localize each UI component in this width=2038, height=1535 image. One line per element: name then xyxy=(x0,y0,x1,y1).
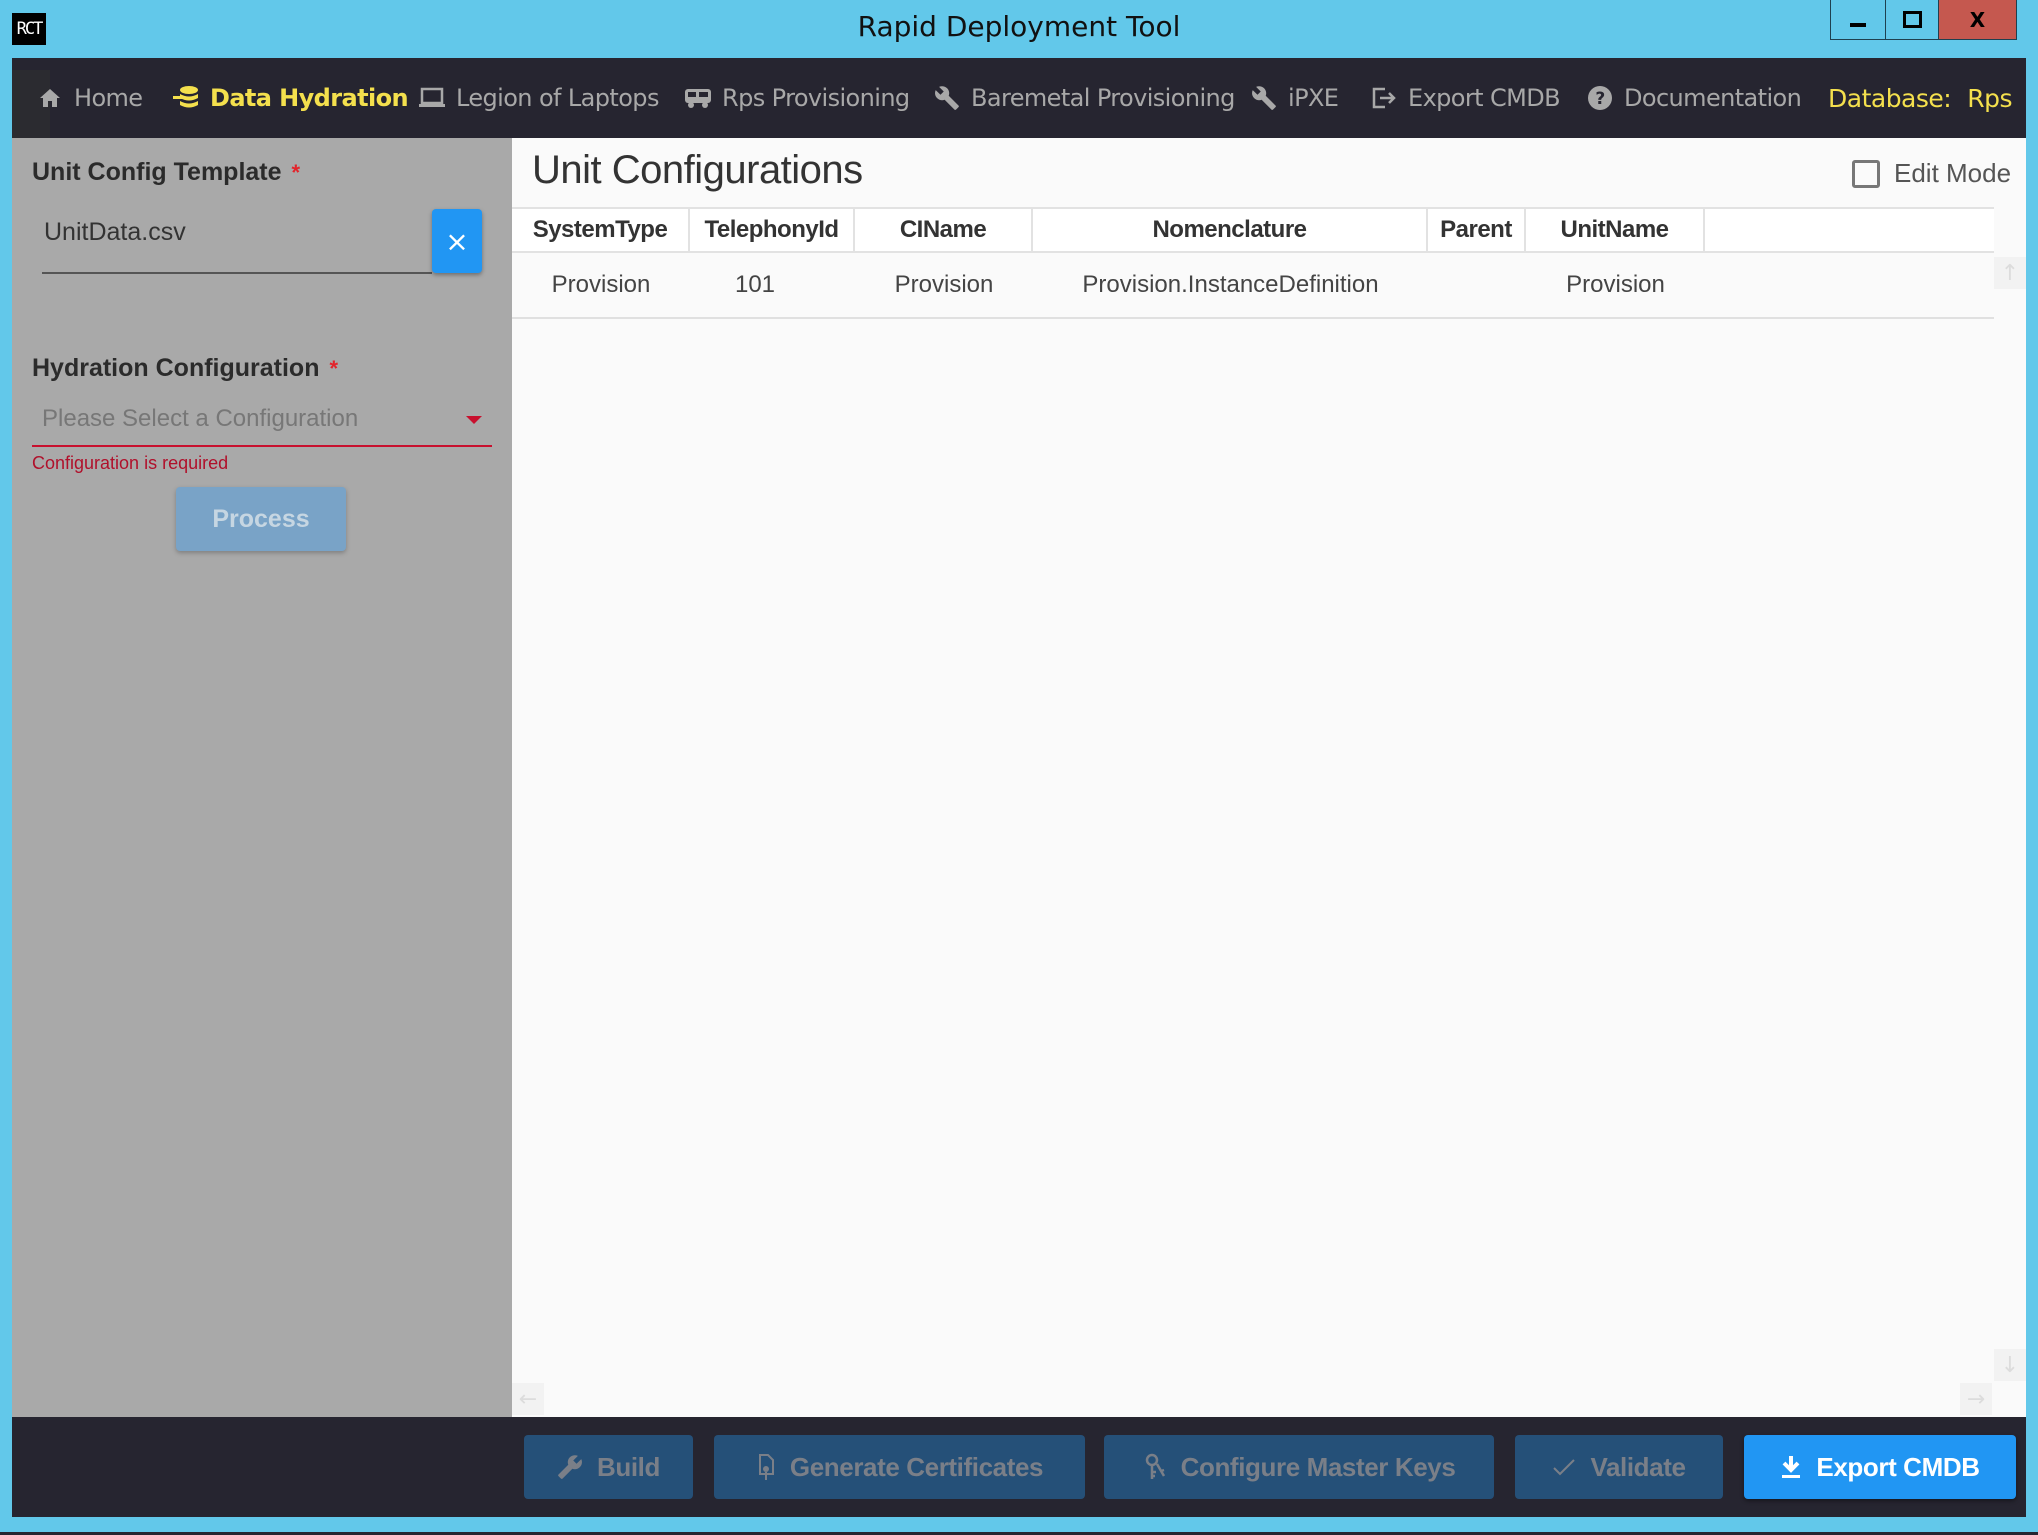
hydration-configuration-select[interactable]: Please Select a Configuration xyxy=(32,395,492,447)
nav-item-data-hydration[interactable]: Data Hydration xyxy=(172,58,409,138)
export-cmdb-button[interactable]: Export CMDB xyxy=(1744,1435,2016,1499)
build-button[interactable]: Build xyxy=(524,1435,693,1499)
nav-item-legion-of-laptops[interactable]: Legion of Laptops xyxy=(418,58,659,138)
nav-item-label: Data Hydration xyxy=(210,84,409,112)
database-indicator: Database: Rps xyxy=(1828,58,2012,138)
table-row[interactable]: Provision 101 Provision Provision.Instan… xyxy=(512,253,1994,319)
home-icon xyxy=(36,84,64,112)
laptop-icon xyxy=(418,84,446,112)
minimize-button[interactable] xyxy=(1830,0,1885,40)
column-header-parent[interactable]: Parent xyxy=(1428,209,1526,251)
column-header-ciname[interactable]: CIName xyxy=(855,209,1033,251)
wrench-icon xyxy=(557,1454,583,1480)
main-panel xyxy=(512,138,2026,1417)
nav-item-label: Home xyxy=(74,84,143,112)
button-label: Validate xyxy=(1590,1451,1686,1482)
validation-error: Configuration is required xyxy=(32,453,229,473)
nav-item-label: Documentation xyxy=(1624,84,1802,112)
nav-item-label: Rps Provisioning xyxy=(722,84,910,112)
label-text: Unit Config Template xyxy=(32,158,282,186)
table-header: SystemType TelephonyId CIName Nomenclatu… xyxy=(512,207,1994,253)
label-text: Hydration Configuration xyxy=(32,354,320,382)
minimize-icon xyxy=(1850,22,1866,27)
database-import-icon xyxy=(172,84,200,112)
column-header-unitname[interactable]: UnitName xyxy=(1526,209,1705,251)
required-marker: * xyxy=(291,160,301,185)
database-label: Database: xyxy=(1828,83,1952,113)
close-icon: X xyxy=(1969,7,1986,32)
maximize-button[interactable] xyxy=(1885,0,1938,40)
nav-item-label: Export CMDB xyxy=(1408,84,1561,112)
required-marker: * xyxy=(329,356,339,381)
help-circle-icon: ? xyxy=(1586,84,1614,112)
wrench-icon xyxy=(1250,84,1278,112)
hydration-configuration-label: Hydration Configuration * xyxy=(32,354,338,383)
check-icon xyxy=(1552,1457,1576,1477)
svg-text:?: ? xyxy=(1595,89,1604,109)
cell-telephonyid: 101 xyxy=(734,271,776,298)
nav-item-export-cmdb[interactable]: Export CMDB xyxy=(1370,58,1561,138)
download-icon xyxy=(1780,1454,1802,1480)
clear-file-button[interactable]: × xyxy=(432,209,482,273)
close-icon: × xyxy=(445,224,469,258)
sidebar xyxy=(12,138,512,1417)
window-title: Rapid Deployment Tool xyxy=(857,10,1181,43)
unit-config-template-input[interactable]: UnitData.csv xyxy=(44,218,186,247)
column-header-nomenclature[interactable]: Nomenclature xyxy=(1033,209,1428,251)
cell-unitname: Provision xyxy=(1566,271,1665,298)
nav-item-baremetal-provisioning[interactable]: Baremetal Provisioning xyxy=(933,58,1235,138)
cell-parent xyxy=(1428,253,1526,317)
button-label: Generate Certificates xyxy=(789,1451,1044,1482)
edit-mode-label: Edit Mode xyxy=(1894,158,2012,188)
process-button[interactable]: Process xyxy=(176,487,346,551)
export-icon xyxy=(1370,84,1398,112)
nav-item-ipxe[interactable]: iPXE xyxy=(1250,58,1339,138)
column-header-telephonyid[interactable]: TelephonyId xyxy=(690,209,855,251)
certificate-icon xyxy=(756,1452,776,1482)
configure-master-keys-button[interactable]: Configure Master Keys xyxy=(1104,1435,1494,1499)
checkbox-icon[interactable] xyxy=(1852,159,1880,188)
button-label: Configure Master Keys xyxy=(1180,1451,1456,1482)
nav-item-documentation[interactable]: ? Documentation xyxy=(1586,58,1802,138)
scroll-down-button[interactable]: ↓ xyxy=(1994,1349,2026,1381)
button-label: Build xyxy=(597,1451,660,1482)
validate-button[interactable]: Validate xyxy=(1515,1435,1723,1499)
select-placeholder: Please Select a Configuration xyxy=(42,405,359,432)
nav-item-label: iPXE xyxy=(1288,84,1339,112)
column-header-systemtype[interactable]: SystemType xyxy=(512,209,690,251)
cell-ciname: Provision xyxy=(894,271,994,298)
cell-systemtype: Provision xyxy=(551,271,651,298)
scroll-left-button[interactable]: ← xyxy=(512,1383,544,1415)
input-underline xyxy=(42,272,432,274)
scroll-right-button[interactable]: → xyxy=(1960,1383,1992,1415)
nav-item-home[interactable]: Home xyxy=(36,58,143,138)
nav-item-rps-provisioning[interactable]: Rps Provisioning xyxy=(684,58,910,138)
nav-item-label: Legion of Laptops xyxy=(456,84,659,112)
keys-icon xyxy=(1143,1452,1167,1482)
button-label: Export CMDB xyxy=(1816,1451,1980,1482)
generate-certificates-button[interactable]: Generate Certificates xyxy=(714,1435,1085,1499)
close-button[interactable]: X xyxy=(1938,0,2017,40)
caret-down-icon xyxy=(466,416,482,424)
page-title: Unit Configurations xyxy=(532,148,863,192)
unit-config-template-label: Unit Config Template * xyxy=(32,158,300,187)
nav-item-label: Baremetal Provisioning xyxy=(971,84,1235,112)
maximize-icon xyxy=(1902,11,1922,28)
cell-nomenclature: Provision.InstanceDefinition xyxy=(1082,271,1379,298)
wrench-icon xyxy=(933,84,961,112)
database-value: Rps xyxy=(1967,83,2012,113)
scroll-up-button[interactable]: ↑ xyxy=(1994,257,2026,289)
truck-icon xyxy=(684,84,712,112)
edit-mode-checkbox[interactable]: Edit Mode xyxy=(1852,158,2011,189)
